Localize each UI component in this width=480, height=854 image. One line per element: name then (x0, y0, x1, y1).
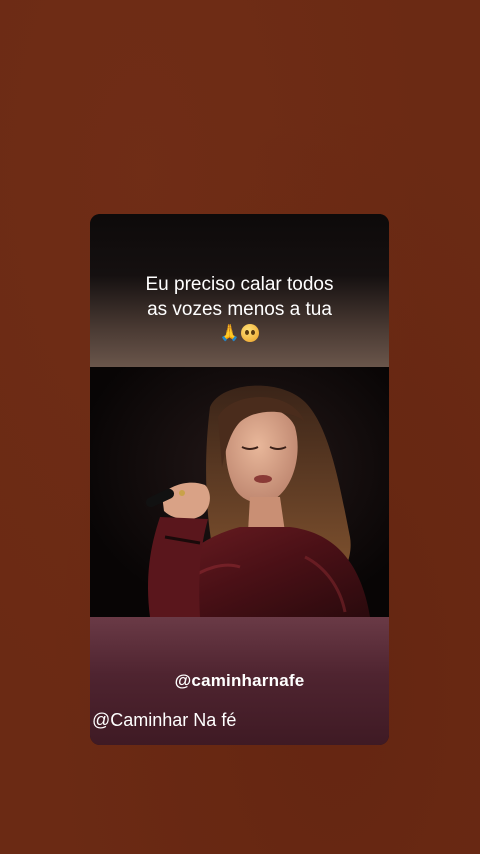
post-card[interactable]: Eu preciso calar todos as vozes menos a … (90, 214, 389, 745)
pleading-face-icon (241, 324, 260, 342)
caption-line-1: Eu preciso calar todos (145, 274, 334, 295)
watermark-handle: @Caminhar Na fé (92, 710, 237, 730)
caption-line-2: as vozes menos a tua (147, 299, 332, 320)
caption-area: Eu preciso calar todos as vozes menos a … (90, 214, 389, 367)
singer-photo (90, 367, 389, 617)
emoji-row: 🙏 (102, 323, 377, 345)
video-frame[interactable] (90, 367, 389, 617)
account-handle[interactable]: @caminharnafe (90, 671, 389, 691)
bottom-area: @caminharnafe @Caminhar Na fé (90, 617, 389, 745)
caption: Eu preciso calar todos as vozes menos a … (90, 272, 389, 345)
praying-hands-icon: 🙏 (219, 323, 240, 342)
